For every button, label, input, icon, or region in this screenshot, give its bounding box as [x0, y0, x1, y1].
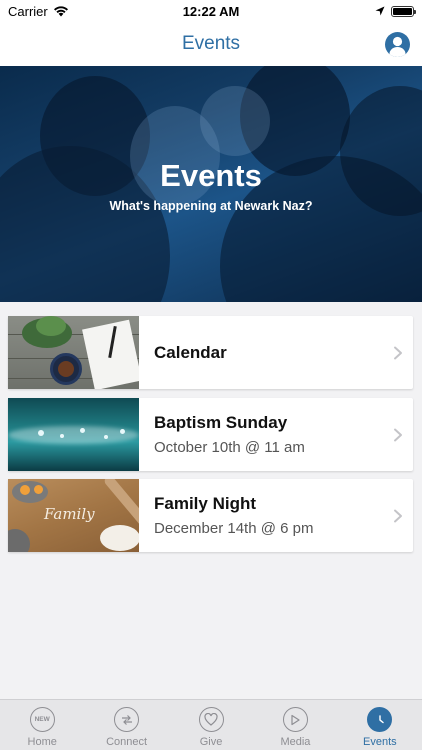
event-card-calendar[interactable]: Calendar: [8, 316, 413, 389]
family-thumbnail-word: Family: [44, 505, 95, 523]
event-title: Family Night: [154, 494, 257, 513]
heart-icon: [198, 707, 224, 732]
profile-button[interactable]: [385, 32, 410, 57]
tab-label: Connect: [106, 736, 148, 748]
page-title: Events: [181, 33, 241, 54]
chevron-right-icon: [394, 346, 402, 359]
new-badge-icon: NEW: [29, 707, 55, 732]
hero-title: Events: [160, 158, 262, 193]
event-card-family-night[interactable]: Family Family Night December 14th @ 6 pm: [8, 479, 413, 552]
baptism-thumbnail: [8, 398, 139, 471]
event-card-baptism-sunday[interactable]: Baptism Sunday October 10th @ 11 am: [8, 398, 413, 471]
event-title: Calendar: [154, 342, 227, 362]
family-night-thumbnail: Family: [8, 479, 139, 552]
tab-label: Give: [199, 736, 223, 748]
tab-bar: NEW Home Connect Give Media Events: [0, 699, 422, 750]
tab-home[interactable]: NEW Home: [0, 700, 84, 750]
hero-background-figure: [200, 86, 270, 156]
hero-banner: Events What's happening at Newark Naz?: [0, 66, 422, 302]
location-arrow-icon: [375, 6, 385, 16]
tab-events[interactable]: Events: [338, 700, 422, 750]
wifi-icon: [53, 6, 68, 17]
calendar-thumbnail: [8, 316, 139, 389]
tab-label: Events: [363, 736, 397, 748]
tab-give[interactable]: Give: [169, 700, 253, 750]
navigation-bar: Events: [0, 22, 422, 66]
chevron-right-icon: [394, 509, 402, 522]
connect-arrows-icon: [114, 707, 140, 732]
tab-label: Media: [280, 736, 311, 748]
chevron-right-icon: [394, 428, 402, 441]
event-date: December 14th @ 6 pm: [154, 520, 314, 537]
clock-icon: [367, 707, 393, 732]
status-bar: Carrier 12:22 AM: [0, 0, 422, 22]
tab-connect[interactable]: Connect: [84, 700, 168, 750]
play-icon: [282, 707, 308, 732]
tab-label: Home: [27, 736, 57, 748]
carrier-label: Carrier: [8, 3, 48, 19]
user-avatar-icon: [389, 36, 406, 57]
hero-subtitle: What's happening at Newark Naz?: [109, 199, 313, 213]
battery-icon: [391, 5, 416, 17]
event-date: October 10th @ 11 am: [154, 439, 305, 456]
event-title: Baptism Sunday: [154, 413, 288, 432]
status-time: 12:22 AM: [182, 3, 240, 19]
tab-media[interactable]: Media: [253, 700, 337, 750]
